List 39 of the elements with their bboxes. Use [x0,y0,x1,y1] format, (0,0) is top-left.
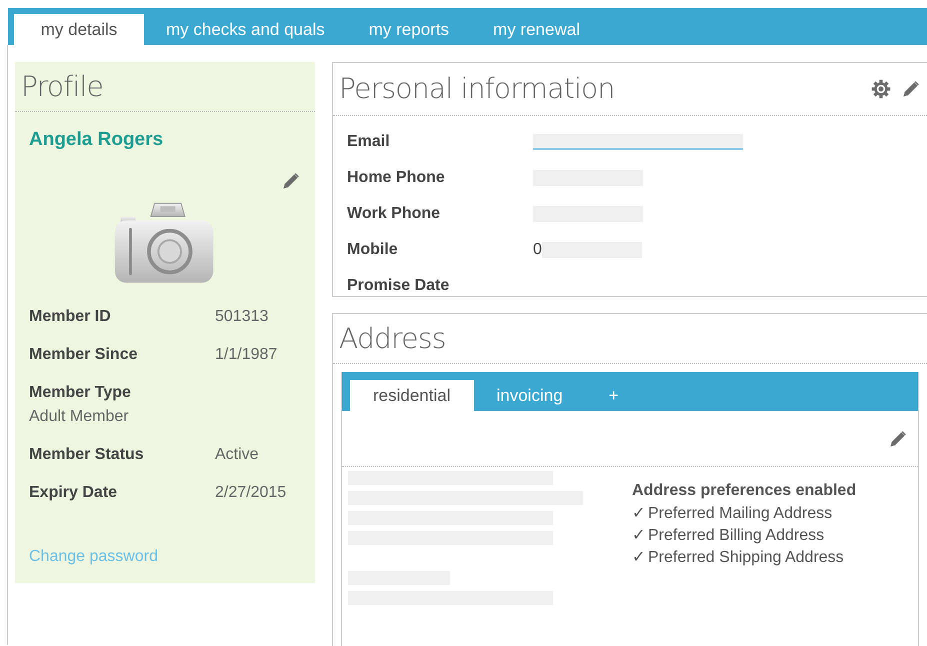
settings-icon[interactable] [871,79,891,99]
field-value: Active [215,444,259,464]
field-value: Adult Member [29,406,130,426]
panel-title: Personal information [339,71,615,107]
panel-title: Address [339,320,446,356]
field-label: Home Phone [347,168,446,188]
field-label: Member Status [29,444,145,464]
preferences-heading: Address preferences enabled [632,481,856,501]
field-value: 2/27/2015 [215,482,286,502]
field-label: Promise Date [347,276,450,296]
field-value: 501313 [215,306,268,326]
change-password-link[interactable]: Change password [29,544,158,568]
tab[interactable]: my reports [346,14,472,45]
preference-label: Preferred Mailing Address [648,504,832,524]
pencil-icon[interactable] [888,428,908,448]
pencil-icon[interactable] [901,79,921,99]
field-label: Member ID [29,306,112,326]
member-name: Angela Rogers [29,128,164,152]
tab[interactable]: my renewal [471,14,602,45]
check-mark: ✓ [632,526,645,546]
preference-label: Preferred Billing Address [648,526,824,546]
pencil-icon[interactable] [281,170,301,190]
check-mark: ✓ [632,504,645,524]
preference-label: Preferred Shipping Address [648,548,844,568]
field-label: Member Type [29,382,132,402]
field-label: Mobile [347,240,399,260]
tab[interactable]: residential [350,380,474,411]
tab[interactable]: + [586,380,642,411]
field-label: Member Since [29,344,138,364]
field-value: 0 [533,240,542,260]
check-mark: ✓ [632,548,645,568]
panel-title: Profile [21,68,104,104]
field-label: Expiry Date [29,482,118,502]
tab[interactable]: invoicing [474,380,586,411]
tab[interactable]: my details [14,14,144,45]
field-label: Work Phone [347,204,442,224]
field-label: Email [347,132,391,152]
field-value: 1/1/1987 [215,344,278,364]
tab[interactable]: my checks and quals [144,14,347,45]
